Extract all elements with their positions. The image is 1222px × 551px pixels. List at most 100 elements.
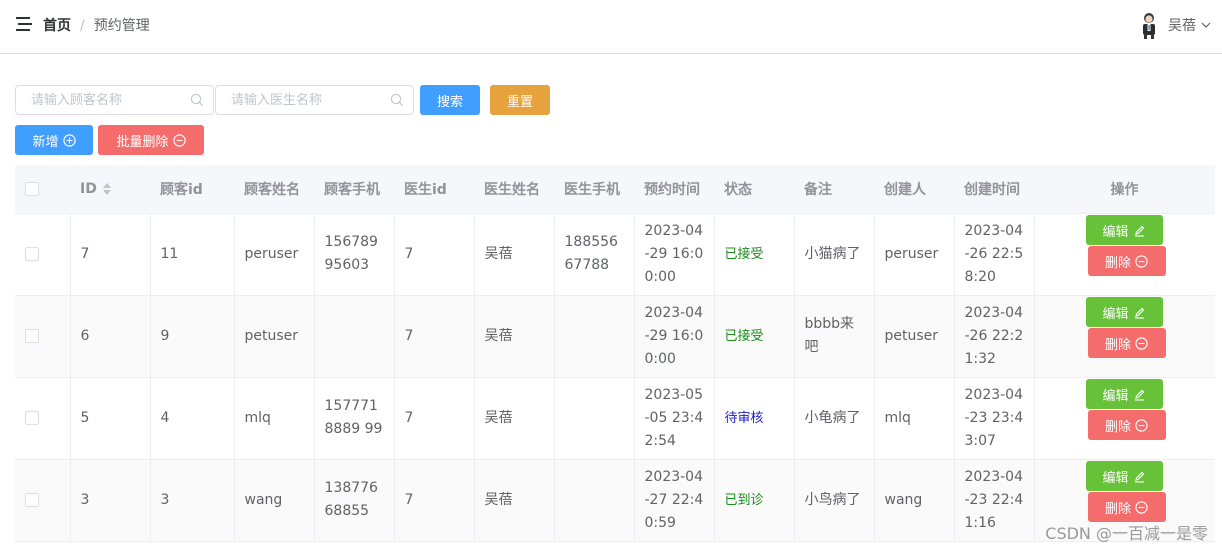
status-badge: 已接受 bbox=[724, 328, 764, 344]
column-header-label: 预约时间 bbox=[644, 181, 700, 198]
cell-customer-name: wang bbox=[234, 459, 315, 542]
reset-button-label: 重置 bbox=[506, 94, 533, 110]
cell-doctor-id: 7 bbox=[394, 213, 475, 296]
cell-remark: 小龟病了 bbox=[794, 377, 875, 460]
cell-doctor-id: 7 bbox=[394, 459, 475, 542]
cell-customer-id: 11 bbox=[150, 213, 235, 296]
delete-button-label: 删除 bbox=[1104, 255, 1131, 271]
delete-button[interactable]: 删除 bbox=[1087, 328, 1166, 358]
table-row: 3 3 wang 13877668855 7 吴蓓 2023-04-27 22:… bbox=[15, 459, 1215, 542]
batch-delete-button-label: 批量删除 bbox=[116, 134, 169, 150]
cell-created-time: 2023-04-26 22:58:20 bbox=[954, 213, 1035, 296]
table-header-row: ID 顾客id 顾客姓名 顾客手机 医生id 医生姓名 医生手机 预约时间 状态… bbox=[15, 165, 1215, 214]
cell-status: 已接受 bbox=[714, 295, 795, 378]
customer-search-field[interactable] bbox=[15, 85, 214, 115]
row-checkbox[interactable] bbox=[25, 492, 39, 507]
column-header[interactable]: ID bbox=[70, 165, 150, 214]
column-header-label: 顾客id bbox=[160, 181, 203, 198]
watermark: CSDN @一百减一是零 bbox=[1045, 524, 1208, 543]
cell-customer-phone: 15678995603 bbox=[314, 213, 395, 296]
row-checkbox[interactable] bbox=[25, 410, 39, 425]
row-checkbox[interactable] bbox=[25, 246, 39, 261]
doctor-search-input[interactable] bbox=[216, 86, 386, 114]
breadcrumb-home[interactable]: 首页 bbox=[43, 18, 71, 34]
minus-circle-icon bbox=[1135, 336, 1148, 350]
column-header-label: 顾客姓名 bbox=[244, 181, 300, 198]
cell-customer-phone: 1577718889 99 bbox=[314, 377, 395, 460]
plus-circle-icon bbox=[62, 133, 76, 147]
cell-remark: bbbb来吧 bbox=[794, 295, 875, 378]
doctor-search-field[interactable] bbox=[215, 85, 414, 115]
cell-doctor-name: 吴蓓 bbox=[474, 295, 555, 378]
delete-button[interactable]: 删除 bbox=[1087, 492, 1166, 522]
select-all-checkbox[interactable] bbox=[25, 181, 39, 196]
cell-created-time: 2023-04-23 23:43:07 bbox=[954, 377, 1035, 460]
edit-button[interactable]: 编辑 bbox=[1085, 215, 1163, 245]
cell-creator: mlq bbox=[874, 377, 955, 460]
cell-remark: 小鸟病了 bbox=[794, 459, 875, 542]
cell-id: 6 bbox=[70, 295, 151, 378]
row-select-cell bbox=[15, 295, 71, 378]
sort-icon[interactable] bbox=[102, 182, 112, 196]
user-menu[interactable]: 吴蓓 bbox=[1138, 10, 1212, 40]
customer-search-input[interactable] bbox=[16, 86, 186, 114]
column-header-label: 操作 bbox=[1110, 181, 1139, 198]
cell-appointment-time: 2023-04-27 22:40:59 bbox=[634, 459, 715, 542]
cell-customer-id: 9 bbox=[150, 295, 235, 378]
column-header: 顾客姓名 bbox=[234, 165, 314, 214]
cell-operations: 编辑 删除 bbox=[1034, 377, 1215, 460]
reset-button[interactable]: 重置 bbox=[490, 85, 550, 115]
column-header: 顾客手机 bbox=[314, 165, 394, 214]
cell-appointment-time: 2023-04-29 16:00:00 bbox=[634, 295, 715, 378]
cell-operations: 编辑 删除 bbox=[1034, 213, 1215, 296]
minus-circle-icon bbox=[1135, 500, 1148, 514]
delete-button[interactable]: 删除 bbox=[1087, 410, 1166, 440]
edit-button-label: 编辑 bbox=[1102, 470, 1129, 486]
row-checkbox[interactable] bbox=[25, 328, 39, 343]
row-actions: 编辑 删除 bbox=[1045, 297, 1208, 371]
edit-button[interactable]: 编辑 bbox=[1085, 379, 1163, 409]
cell-customer-phone bbox=[314, 295, 395, 378]
cell-appointment-time: 2023-04-29 16:00:00 bbox=[634, 213, 715, 296]
edit-button[interactable]: 编辑 bbox=[1085, 297, 1163, 327]
top-header: 首页 / 预约管理 吴蓓 bbox=[0, 0, 1222, 54]
column-header: 顾客id bbox=[150, 165, 234, 214]
cell-doctor-id: 7 bbox=[394, 377, 475, 460]
cell-id: 3 bbox=[70, 459, 151, 542]
cell-remark: 小猫病了 bbox=[794, 213, 875, 296]
column-header: 操作 bbox=[1034, 165, 1215, 214]
breadcrumb-current: 预约管理 bbox=[93, 18, 150, 34]
cell-doctor-phone bbox=[554, 377, 635, 460]
cell-doctor-name: 吴蓓 bbox=[474, 377, 555, 460]
edit-button[interactable]: 编辑 bbox=[1085, 461, 1163, 491]
minus-circle-icon bbox=[1135, 254, 1148, 268]
column-header: 预约时间 bbox=[634, 165, 714, 214]
column-header: 医生姓名 bbox=[474, 165, 554, 214]
column-header-label: 医生id bbox=[404, 181, 447, 198]
row-select-cell bbox=[15, 377, 71, 460]
cell-doctor-id: 7 bbox=[394, 295, 475, 378]
add-button[interactable]: 新增 bbox=[15, 125, 93, 155]
cell-creator: petuser bbox=[874, 295, 955, 378]
cell-status: 已到诊 bbox=[714, 459, 795, 542]
row-select-cell bbox=[15, 213, 71, 296]
cell-id: 5 bbox=[70, 377, 151, 460]
cell-customer-phone: 13877668855 bbox=[314, 459, 395, 542]
search-button-label: 搜索 bbox=[436, 94, 463, 110]
chevron-down-icon bbox=[1201, 22, 1211, 28]
cell-operations: 编辑 删除 bbox=[1034, 295, 1215, 378]
column-header: 状态 bbox=[714, 165, 794, 214]
table-row: 6 9 petuser 7 吴蓓 2023-04-29 16:00:00 已接受… bbox=[15, 295, 1215, 378]
cell-status: 已接受 bbox=[714, 213, 795, 296]
search-icon bbox=[190, 93, 203, 106]
status-badge: 待审核 bbox=[724, 410, 764, 426]
delete-button-label: 删除 bbox=[1104, 337, 1131, 353]
delete-button[interactable]: 删除 bbox=[1087, 246, 1166, 276]
pencil-icon bbox=[1134, 307, 1144, 319]
delete-button-label: 删除 bbox=[1104, 419, 1131, 435]
batch-delete-button[interactable]: 批量删除 bbox=[98, 125, 204, 155]
hamburger-icon[interactable] bbox=[16, 17, 32, 31]
search-button[interactable]: 搜索 bbox=[420, 85, 480, 115]
cell-customer-name: petuser bbox=[234, 295, 315, 378]
column-header-label: 状态 bbox=[724, 181, 752, 198]
